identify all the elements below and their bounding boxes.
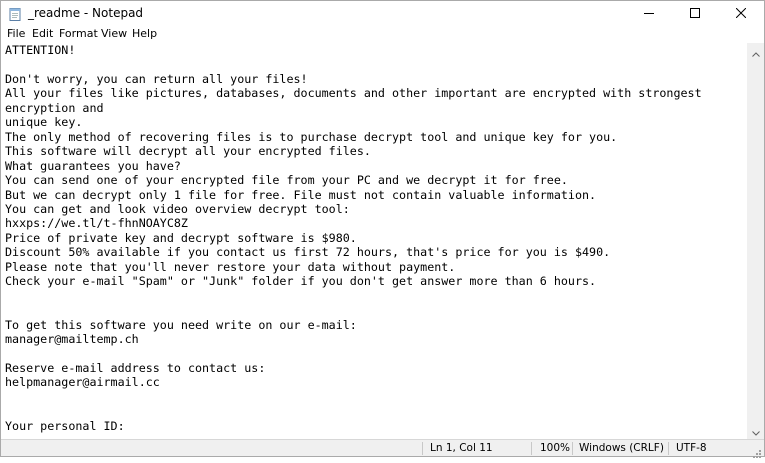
scroll-down-button[interactable] [747, 422, 764, 439]
menu-help[interactable]: Help [132, 27, 157, 40]
maximize-icon [690, 8, 700, 18]
menu-view[interactable]: View [101, 27, 127, 40]
notepad-icon [8, 6, 22, 21]
minimize-icon [644, 8, 654, 18]
maximize-button[interactable] [672, 1, 718, 25]
status-bar: Ln 1, Col 11 100% Windows (CRLF) UTF-8 [1, 439, 764, 458]
chevron-down-icon [751, 421, 760, 440]
menu-edit[interactable]: Edit [32, 27, 53, 40]
status-divider [668, 442, 669, 455]
menu-bar: File Edit Format View Help [1, 25, 764, 43]
scroll-up-button[interactable] [747, 43, 764, 60]
status-divider [531, 442, 532, 455]
resize-grip-icon[interactable] [752, 444, 762, 458]
encoding: UTF-8 [676, 442, 707, 454]
title-bar[interactable]: _readme - Notepad [1, 1, 764, 25]
close-icon [736, 8, 746, 18]
notepad-window: _readme - Notepad File Edit Format View … [0, 0, 765, 458]
menu-file[interactable]: File [7, 27, 25, 40]
window-title: _readme - Notepad [28, 6, 144, 20]
vertical-scrollbar[interactable] [747, 43, 764, 439]
close-button[interactable] [718, 1, 764, 25]
status-divider [572, 442, 573, 455]
minimize-button[interactable] [626, 1, 672, 25]
cursor-position: Ln 1, Col 11 [430, 442, 493, 454]
status-divider [422, 442, 423, 455]
editor-text[interactable]: ATTENTION! Don't worry, you can return a… [1, 43, 747, 439]
text-editor[interactable]: ATTENTION! Don't worry, you can return a… [1, 43, 747, 439]
chevron-up-icon [751, 42, 760, 61]
line-ending: Windows (CRLF) [579, 442, 664, 454]
menu-format[interactable]: Format [59, 27, 98, 40]
zoom-level: 100% [540, 442, 571, 454]
